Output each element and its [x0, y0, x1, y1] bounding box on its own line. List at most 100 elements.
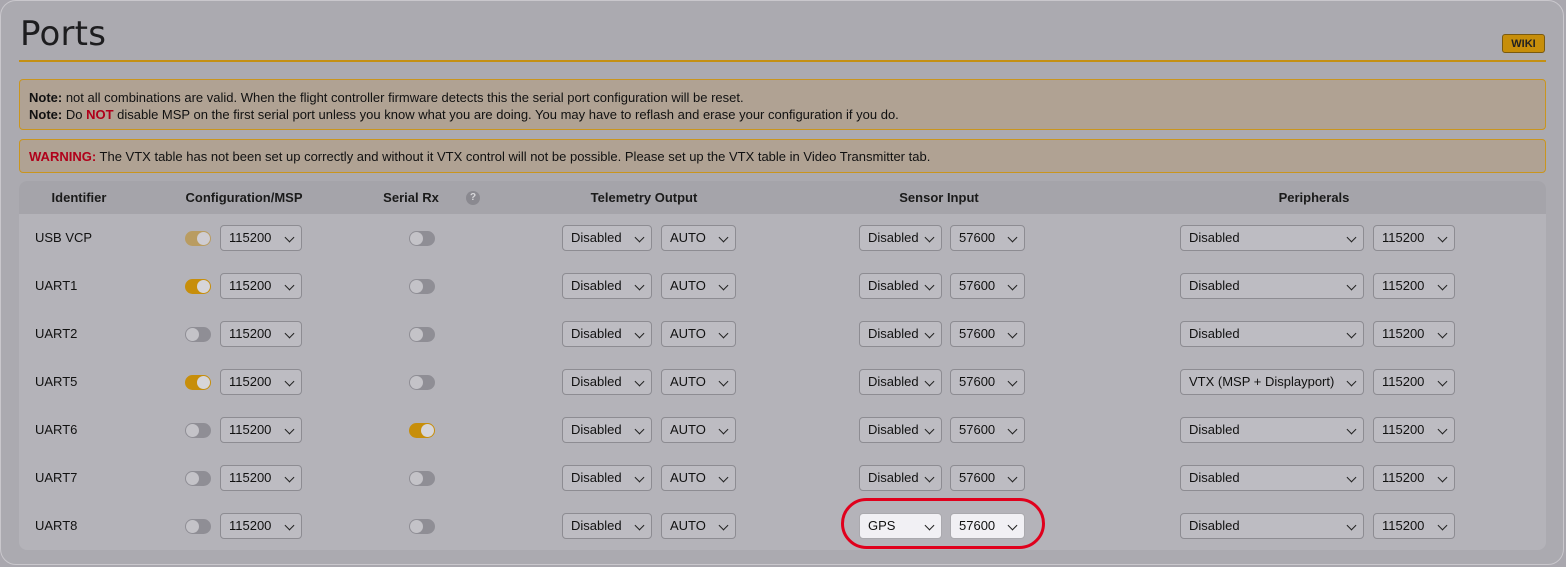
toggle-knob [410, 280, 423, 293]
telemetry-baud-select[interactable]: AUTO [661, 513, 736, 539]
msp-toggle[interactable] [185, 231, 211, 246]
telemetry-select[interactable]: Disabled [562, 465, 652, 491]
serial-rx-toggle[interactable] [409, 231, 435, 246]
sensor-baud-select[interactable]: 57600 [950, 321, 1025, 347]
sensor-baud-select[interactable]: 57600 [950, 225, 1025, 251]
peripheral-select[interactable]: Disabled [1180, 225, 1364, 251]
peripheral-baud-select[interactable]: 115200 [1373, 465, 1455, 491]
chevron-down-icon [284, 520, 295, 531]
chevron-down-icon [924, 472, 935, 483]
telemetry-baud-select[interactable]: AUTO [661, 369, 736, 395]
telemetry-baud-select[interactable]: AUTO [661, 225, 736, 251]
help-icon[interactable]: ? [466, 191, 480, 205]
telemetry-select[interactable]: Disabled [562, 513, 652, 539]
port-identifier: UART5 [35, 374, 78, 389]
chevron-down-icon [718, 424, 729, 435]
toggle-knob [186, 424, 199, 437]
ports-table: Identifier Configuration/MSP Serial Rx ?… [19, 181, 1546, 550]
chevron-down-icon [284, 376, 295, 387]
telemetry-baud-select[interactable]: AUTO [661, 321, 736, 347]
msp-toggle[interactable] [185, 327, 211, 342]
chevron-down-icon [1437, 376, 1448, 387]
serial-rx-toggle[interactable] [409, 279, 435, 294]
port-identifier: UART7 [35, 470, 78, 485]
chevron-down-icon [284, 472, 295, 483]
telemetry-select[interactable]: Disabled [562, 273, 652, 299]
chevron-down-icon [1346, 280, 1357, 291]
chevron-down-icon [284, 424, 295, 435]
chevron-down-icon [924, 280, 935, 291]
serial-rx-toggle[interactable] [409, 423, 435, 438]
peripheral-baud-select[interactable]: 115200 [1373, 225, 1455, 251]
table-row: UART5 115200 Disabled AUTO Disabled 57600 VTX … [19, 358, 1546, 406]
msp-baud-select[interactable]: 115200 [220, 321, 302, 347]
toggle-knob [410, 328, 423, 341]
chevron-down-icon [718, 472, 729, 483]
port-identifier: UART2 [35, 326, 78, 341]
peripheral-select[interactable]: Disabled [1180, 273, 1364, 299]
chevron-down-icon [284, 232, 295, 243]
msp-toggle[interactable] [185, 519, 211, 534]
telemetry-select[interactable]: Disabled [562, 225, 652, 251]
sensor-select[interactable]: Disabled [859, 417, 942, 443]
wiki-button[interactable]: WIKI [1502, 34, 1545, 53]
msp-baud-select[interactable]: 115200 [220, 273, 302, 299]
sensor-select[interactable]: Disabled [859, 225, 942, 251]
port-identifier: UART1 [35, 278, 78, 293]
msp-baud-select[interactable]: 115200 [220, 465, 302, 491]
table-row: UART2 115200 Disabled AUTO Disabled 57600 Disa… [19, 310, 1546, 358]
port-identifier: USB VCP [35, 230, 93, 245]
telemetry-select[interactable]: Disabled [562, 369, 652, 395]
peripheral-select[interactable]: Disabled [1180, 417, 1364, 443]
peripheral-baud-select[interactable]: 115200 [1373, 369, 1455, 395]
sensor-select[interactable]: Disabled [859, 369, 942, 395]
chevron-down-icon [1007, 328, 1018, 339]
table-row: USB VCP 115200 Disabled AUTO Disabled 57600 Di… [19, 214, 1546, 262]
table-row: UART1 115200 Disabled AUTO Disabled 57600 Disa… [19, 262, 1546, 310]
sensor-select[interactable]: Disabled [859, 273, 942, 299]
msp-baud-select[interactable]: 115200 [220, 225, 302, 251]
chevron-down-icon [924, 376, 935, 387]
msp-toggle[interactable] [185, 423, 211, 438]
telemetry-baud-select[interactable]: AUTO [661, 465, 736, 491]
telemetry-select[interactable]: Disabled [562, 417, 652, 443]
toggle-knob [186, 520, 199, 533]
msp-baud-select[interactable]: 115200 [220, 417, 302, 443]
chevron-down-icon [718, 328, 729, 339]
peripheral-baud-select[interactable]: 115200 [1373, 273, 1455, 299]
chevron-down-icon [634, 424, 645, 435]
msp-toggle[interactable] [185, 375, 211, 390]
serial-rx-toggle[interactable] [409, 519, 435, 534]
sensor-select[interactable]: Disabled [859, 465, 942, 491]
peripheral-select[interactable]: Disabled [1180, 465, 1364, 491]
msp-baud-select[interactable]: 115200 [220, 513, 302, 539]
peripheral-baud-select[interactable]: 115200 [1373, 513, 1455, 539]
chevron-down-icon [634, 472, 645, 483]
peripheral-select[interactable]: VTX (MSP + Displayport) [1180, 369, 1364, 395]
chevron-down-icon [924, 424, 935, 435]
telemetry-baud-select[interactable]: AUTO [661, 273, 736, 299]
header-telemetry-output: Telemetry Output [590, 190, 698, 205]
msp-toggle[interactable] [185, 279, 211, 294]
peripheral-baud-select[interactable]: 115200 [1373, 417, 1455, 443]
chevron-down-icon [718, 520, 729, 531]
serial-rx-toggle[interactable] [409, 375, 435, 390]
msp-baud-select[interactable]: 115200 [220, 369, 302, 395]
sensor-baud-select[interactable]: 57600 [950, 465, 1025, 491]
peripheral-select[interactable]: Disabled [1180, 513, 1364, 539]
serial-rx-toggle[interactable] [409, 327, 435, 342]
notes-box: Note: not all combinations are valid. Wh… [19, 79, 1546, 130]
sensor-baud-select[interactable]: 57600 [950, 417, 1025, 443]
peripheral-select[interactable]: Disabled [1180, 321, 1364, 347]
sensor-baud-select[interactable]: 57600 [950, 369, 1025, 395]
chevron-down-icon [1346, 424, 1357, 435]
note-line-1: Note: not all combinations are valid. Wh… [29, 90, 744, 105]
sensor-select[interactable]: Disabled [859, 321, 942, 347]
peripheral-baud-select[interactable]: 115200 [1373, 321, 1455, 347]
telemetry-select[interactable]: Disabled [562, 321, 652, 347]
msp-toggle[interactable] [185, 471, 211, 486]
chevron-down-icon [1007, 280, 1018, 291]
telemetry-baud-select[interactable]: AUTO [661, 417, 736, 443]
serial-rx-toggle[interactable] [409, 471, 435, 486]
sensor-baud-select[interactable]: 57600 [950, 273, 1025, 299]
